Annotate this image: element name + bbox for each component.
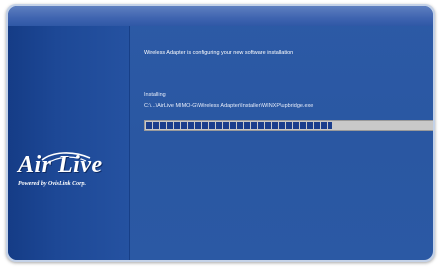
current-file-path: C:\...\AirLive MIMO-G\Wireless Adapter\I… [144, 103, 314, 109]
progress-fill [146, 122, 332, 129]
install-status-label: Installing [144, 92, 166, 98]
install-progress-bar [144, 120, 433, 131]
logo-tagline: Powered by OvisLink Corp. [18, 181, 86, 187]
logo-wordmark: Air Live [18, 152, 103, 178]
brand-side-panel: Air Live Powered by OvisLink Corp. [8, 26, 130, 260]
installer-window: Air Live Powered by OvisLink Corp. Wirel… [8, 6, 433, 260]
installer-frame: Air Live Powered by OvisLink Corp. Wirel… [6, 4, 435, 262]
title-bar [8, 6, 433, 26]
airlive-logo: Air Live Powered by OvisLink Corp. [12, 152, 124, 202]
install-message: Wireless Adapter is configuring your new… [144, 50, 294, 56]
